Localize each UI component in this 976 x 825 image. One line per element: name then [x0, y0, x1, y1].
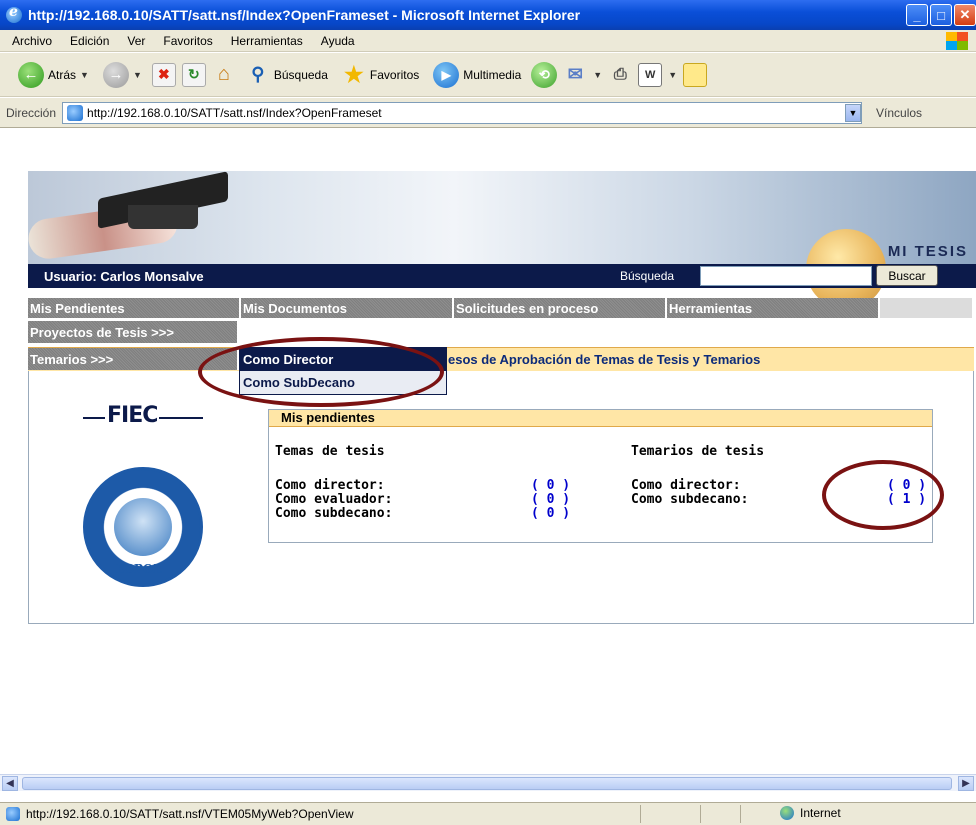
status-bar: http://192.168.0.10/SATT/satt.nsf/VTEM05… — [0, 802, 976, 825]
address-label: Dirección — [6, 105, 57, 120]
search-label: Búsqueda — [273, 67, 328, 82]
media-icon: ▶ — [433, 61, 460, 88]
media-button[interactable]: ▶ Multimedia — [429, 61, 525, 88]
title-bar: http://192.168.0.10/SATT/satt.nsf/Index?… — [0, 0, 976, 30]
zone-label: Internet — [800, 806, 841, 820]
tab-mis-pendientes[interactable]: Mis Pendientes — [28, 298, 241, 318]
close-button[interactable]: ✕ — [954, 4, 976, 26]
temarios-subdecano-count[interactable]: ( 1 ) — [887, 492, 926, 507]
temas-evaluador-label: Como evaluador: — [275, 492, 393, 507]
temas-subdecano-count[interactable]: ( 0 ) — [531, 506, 570, 521]
user-name: Usuario: Carlos Monsalve — [44, 268, 204, 284]
menu-proyectos[interactable]: Proyectos de Tesis >>> — [28, 321, 239, 343]
turtle-icon — [114, 498, 172, 556]
tab-mis-documentos[interactable]: Mis Documentos — [241, 298, 454, 318]
forward-arrow-icon: → — [102, 61, 129, 88]
toolbar: ← Atrás ▼ → ▼ ✖ ↻ ⌂ ⚲ Búsqueda ★ Favorit… — [0, 53, 976, 97]
address-url[interactable]: http://192.168.0.10/SATT/satt.nsf/Index?… — [87, 106, 382, 120]
menu-ver[interactable]: Ver — [127, 34, 145, 48]
fiec-logo: FIEC — [83, 403, 213, 433]
chevron-down-icon[interactable]: ▼ — [845, 103, 862, 122]
ie-icon — [6, 4, 22, 23]
pending-box: Mis pendientes Temas de tesis Temarios d… — [268, 409, 933, 543]
tab-solicitudes[interactable]: Solicitudes en proceso — [454, 298, 667, 318]
menu-ayuda[interactable]: Ayuda — [321, 34, 355, 48]
temas-evaluador-count[interactable]: ( 0 ) — [531, 492, 570, 507]
search-button[interactable]: Buscar — [876, 265, 938, 286]
minimize-button[interactable]: _ — [906, 4, 928, 26]
address-field[interactable]: http://192.168.0.10/SATT/satt.nsf/Index?… — [62, 101, 863, 124]
scroll-right-icon[interactable]: ▶ — [958, 776, 974, 791]
messenger-icon[interactable] — [683, 62, 708, 87]
graduation-cap-base — [128, 205, 198, 229]
chevron-down-icon[interactable]: ▼ — [133, 70, 142, 80]
horizontal-scrollbar[interactable]: ◀ ▶ — [0, 774, 976, 791]
menu-favoritos[interactable]: Favoritos — [163, 34, 212, 48]
history-icon[interactable]: ⟲ — [531, 61, 558, 88]
temarios-title: Temarios de tesis — [631, 444, 765, 459]
menu-bar: Archivo Edición Ver Favoritos Herramient… — [0, 30, 976, 52]
temarios-director-label: Como director: — [631, 478, 741, 493]
fiec-logo-text: FIEC — [105, 403, 160, 428]
espol-seal: ESPOL — [83, 467, 203, 587]
page-icon — [67, 104, 84, 121]
search-input[interactable] — [700, 266, 872, 286]
stop-icon[interactable]: ✖ — [151, 62, 176, 87]
media-label: Multimedia — [463, 67, 522, 82]
nav-tabs: Mis Pendientes Mis Documentos Solicitude… — [28, 298, 976, 318]
menu-temarios[interactable]: Temarios >>> — [28, 348, 239, 370]
favorites-label: Favoritos — [369, 67, 420, 82]
print-icon[interactable]: ⎙ — [608, 63, 632, 87]
tab-herramientas[interactable]: Herramientas — [667, 298, 880, 318]
back-arrow-icon: ← — [18, 61, 44, 88]
forward-button[interactable]: → ▼ — [99, 61, 146, 88]
globe-icon — [780, 806, 794, 820]
links-label[interactable]: Vínculos — [876, 106, 922, 120]
window-title: http://192.168.0.10/SATT/satt.nsf/Index?… — [28, 7, 581, 23]
home-icon[interactable]: ⌂ — [212, 63, 236, 87]
pending-title: Mis pendientes — [269, 410, 932, 427]
star-icon: ★ — [344, 61, 364, 87]
user-bar: Usuario: Carlos Monsalve Búsqueda Buscar — [28, 264, 976, 288]
chevron-down-icon[interactable]: ▼ — [593, 70, 602, 80]
menu-herramientas[interactable]: Herramientas — [231, 34, 303, 48]
mail-icon[interactable]: ✉ — [563, 63, 587, 87]
page-icon — [6, 807, 20, 821]
temas-title: Temas de tesis — [275, 444, 385, 459]
chevron-down-icon[interactable]: ▼ — [668, 70, 677, 80]
refresh-icon[interactable]: ↻ — [181, 62, 206, 87]
menu-archivo[interactable]: Archivo — [12, 34, 52, 48]
status-url: http://192.168.0.10/SATT/satt.nsf/VTEM05… — [26, 807, 354, 821]
chevron-down-icon[interactable]: ▼ — [80, 70, 89, 80]
tab-empty — [880, 298, 974, 318]
submenu-como-director[interactable]: Como Director — [239, 347, 447, 371]
edit-icon[interactable]: W — [638, 62, 663, 87]
temas-director-count[interactable]: ( 0 ) — [531, 478, 570, 493]
temas-director-label: Como director: — [275, 478, 385, 493]
windows-logo-icon — [946, 32, 968, 50]
section-heading-text: esos de Aprobación de Temas de Tesis y T… — [448, 352, 761, 367]
search-button[interactable]: ⚲ Búsqueda — [242, 63, 332, 87]
temarios-subdecano-label: Como subdecano: — [631, 492, 749, 507]
temarios-director-count[interactable]: ( 0 ) — [887, 478, 926, 493]
scroll-thumb[interactable] — [22, 777, 952, 790]
menu-edicion[interactable]: Edición — [70, 34, 109, 48]
brand-title: MI TESIS — [887, 243, 968, 260]
back-label: Atrás — [48, 67, 77, 82]
favorites-button[interactable]: ★ Favoritos — [338, 61, 423, 87]
banner: MI TESIS — [25, 171, 976, 309]
search-icon: ⚲ — [251, 64, 265, 84]
temas-subdecano-label: Como subdecano: — [275, 506, 393, 521]
address-bar: Dirección http://192.168.0.10/SATT/satt.… — [0, 98, 976, 128]
back-button[interactable]: ← Atrás ▼ — [14, 61, 93, 88]
maximize-button[interactable]: □ — [930, 4, 952, 26]
scroll-left-icon[interactable]: ◀ — [2, 776, 18, 791]
espol-seal-text: ESPOL — [116, 562, 162, 576]
security-zone: Internet — [780, 806, 841, 820]
search-label: Búsqueda — [620, 269, 675, 283]
